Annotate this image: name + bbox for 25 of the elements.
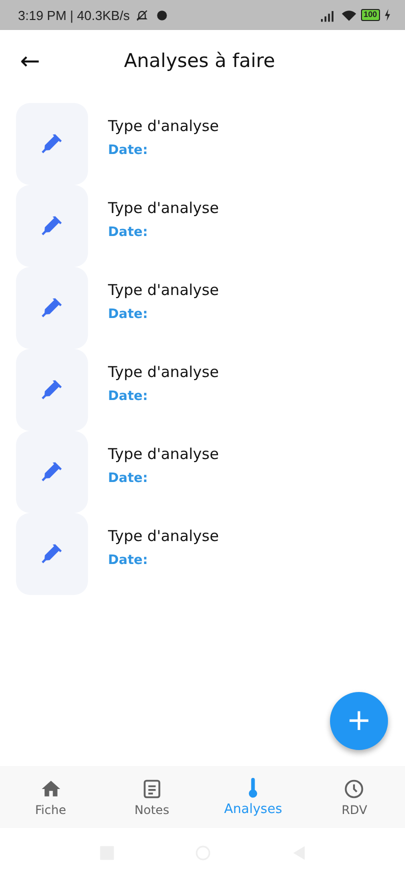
analysis-type: Type d'analyse (108, 199, 219, 217)
date-label: Date: (108, 471, 149, 486)
page-title: Analyses à faire (124, 50, 276, 72)
add-button[interactable]: + (330, 692, 388, 750)
date-label: Date: (108, 225, 149, 240)
nav-tab[interactable]: Analyses (202, 766, 304, 828)
battery-indicator: 100 (360, 9, 380, 21)
date-label: Date: (108, 389, 149, 404)
muted-bell-icon (134, 8, 150, 22)
date-label: Date: (108, 307, 149, 322)
clock-icon (343, 778, 366, 800)
nav-tab[interactable]: RDV (304, 766, 405, 828)
bolt-icon (384, 9, 391, 21)
status-text: 3:19 PM | 40.3KB/s (18, 8, 130, 22)
analysis-type: Type d'analyse (108, 445, 219, 463)
date-label: Date: (108, 553, 149, 568)
analysis-type: Type d'analyse (108, 281, 219, 299)
nav-tab[interactable]: Notes (101, 766, 202, 828)
analysis-type: Type d'analyse (108, 527, 219, 545)
date-label: Date: (108, 143, 149, 158)
nav-tab[interactable]: Fiche (0, 766, 102, 828)
analysis-type: Type d'analyse (108, 363, 219, 381)
analysis-type: Type d'analyse (108, 117, 219, 135)
back-button[interactable]: ← (10, 47, 50, 75)
wifi-icon (340, 8, 357, 22)
